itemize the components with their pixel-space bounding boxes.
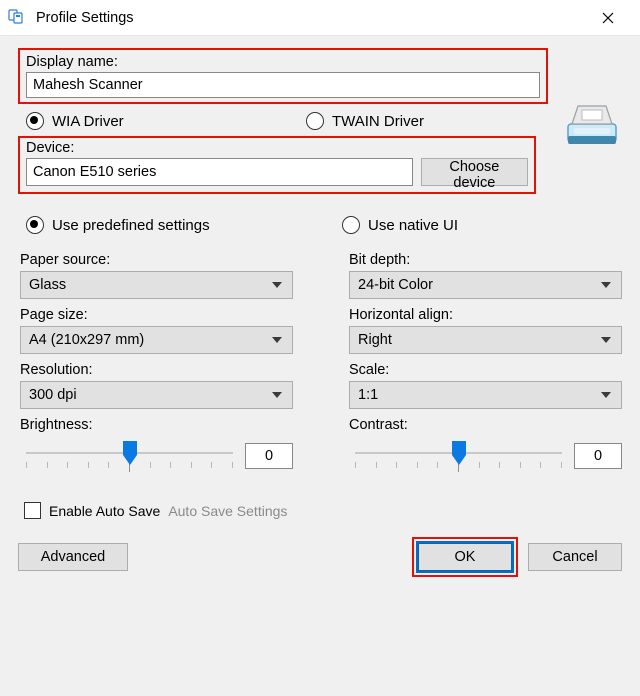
radio-icon — [342, 216, 360, 234]
resolution-select[interactable]: 300 dpi — [20, 381, 293, 409]
radio-icon — [26, 112, 44, 130]
display-name-input[interactable] — [26, 72, 540, 98]
advanced-button[interactable]: Advanced — [18, 543, 128, 571]
chevron-down-icon — [595, 382, 617, 408]
wia-driver-label: WIA Driver — [52, 113, 124, 130]
bit-depth-select[interactable]: 24-bit Color — [349, 271, 622, 299]
chevron-down-icon — [266, 272, 288, 298]
chevron-down-icon — [595, 327, 617, 353]
chevron-down-icon — [266, 327, 288, 353]
chevron-down-icon — [266, 382, 288, 408]
cancel-button[interactable]: Cancel — [528, 543, 622, 571]
ok-button[interactable]: OK — [418, 543, 512, 571]
native-ui-label: Use native UI — [368, 217, 458, 234]
left-column: Paper source: Glass Page size: A4 (210x2… — [20, 252, 293, 484]
horizontal-align-label: Horizontal align: — [349, 307, 622, 323]
wia-driver-option[interactable]: WIA Driver — [26, 112, 306, 130]
page-size-value: A4 (210x297 mm) — [29, 332, 144, 348]
paper-source-value: Glass — [29, 277, 66, 293]
enable-auto-save-checkbox[interactable] — [24, 502, 41, 519]
enable-auto-save-label: Enable Auto Save — [49, 503, 160, 519]
predefined-settings-option[interactable]: Use predefined settings — [26, 216, 342, 234]
contrast-label: Contrast: — [349, 417, 622, 433]
resolution-value: 300 dpi — [29, 387, 77, 403]
page-size-select[interactable]: A4 (210x297 mm) — [20, 326, 293, 354]
predefined-settings-label: Use predefined settings — [52, 217, 210, 234]
contrast-slider[interactable] — [349, 436, 568, 476]
scale-select[interactable]: 1:1 — [349, 381, 622, 409]
scanner-icon — [562, 94, 622, 154]
display-name-group: Display name: — [18, 48, 548, 104]
window-title: Profile Settings — [36, 10, 134, 26]
scale-label: Scale: — [349, 362, 622, 378]
driver-radio-group: WIA Driver TWAIN Driver — [26, 112, 546, 130]
dialog-content: Display name: WIA Driver TWAIN Driver De… — [0, 36, 640, 591]
contrast-input[interactable] — [574, 443, 622, 469]
device-label: Device: — [26, 140, 528, 156]
right-column: Bit depth: 24-bit Color Horizontal align… — [349, 252, 622, 484]
twain-driver-option[interactable]: TWAIN Driver — [306, 112, 424, 130]
titlebar: Profile Settings — [0, 0, 640, 36]
display-name-label: Display name: — [26, 54, 540, 70]
scale-value: 1:1 — [358, 387, 378, 403]
radio-icon — [306, 112, 324, 130]
paper-source-select[interactable]: Glass — [20, 271, 293, 299]
brightness-slider[interactable] — [20, 436, 239, 476]
bit-depth-label: Bit depth: — [349, 252, 622, 268]
resolution-label: Resolution: — [20, 362, 293, 378]
brightness-label: Brightness: — [20, 417, 293, 433]
slider-thumb-icon — [452, 441, 466, 465]
horizontal-align-value: Right — [358, 332, 392, 348]
device-group: Device: Choose device — [18, 136, 536, 194]
radio-icon — [26, 216, 44, 234]
settings-mode-radio-group: Use predefined settings Use native UI — [26, 216, 606, 234]
brightness-input[interactable] — [245, 443, 293, 469]
slider-thumb-icon — [123, 441, 137, 465]
horizontal-align-select[interactable]: Right — [349, 326, 622, 354]
device-field[interactable] — [26, 158, 413, 186]
native-ui-option[interactable]: Use native UI — [342, 216, 458, 234]
auto-save-settings-link: Auto Save Settings — [168, 503, 287, 519]
page-size-label: Page size: — [20, 307, 293, 323]
paper-source-label: Paper source: — [20, 252, 293, 268]
chevron-down-icon — [595, 272, 617, 298]
app-icon — [8, 8, 28, 28]
choose-device-button[interactable]: Choose device — [421, 158, 528, 186]
close-button[interactable] — [586, 3, 630, 33]
bit-depth-value: 24-bit Color — [358, 277, 433, 293]
ok-highlight: OK — [412, 537, 518, 577]
twain-driver-label: TWAIN Driver — [332, 113, 424, 130]
